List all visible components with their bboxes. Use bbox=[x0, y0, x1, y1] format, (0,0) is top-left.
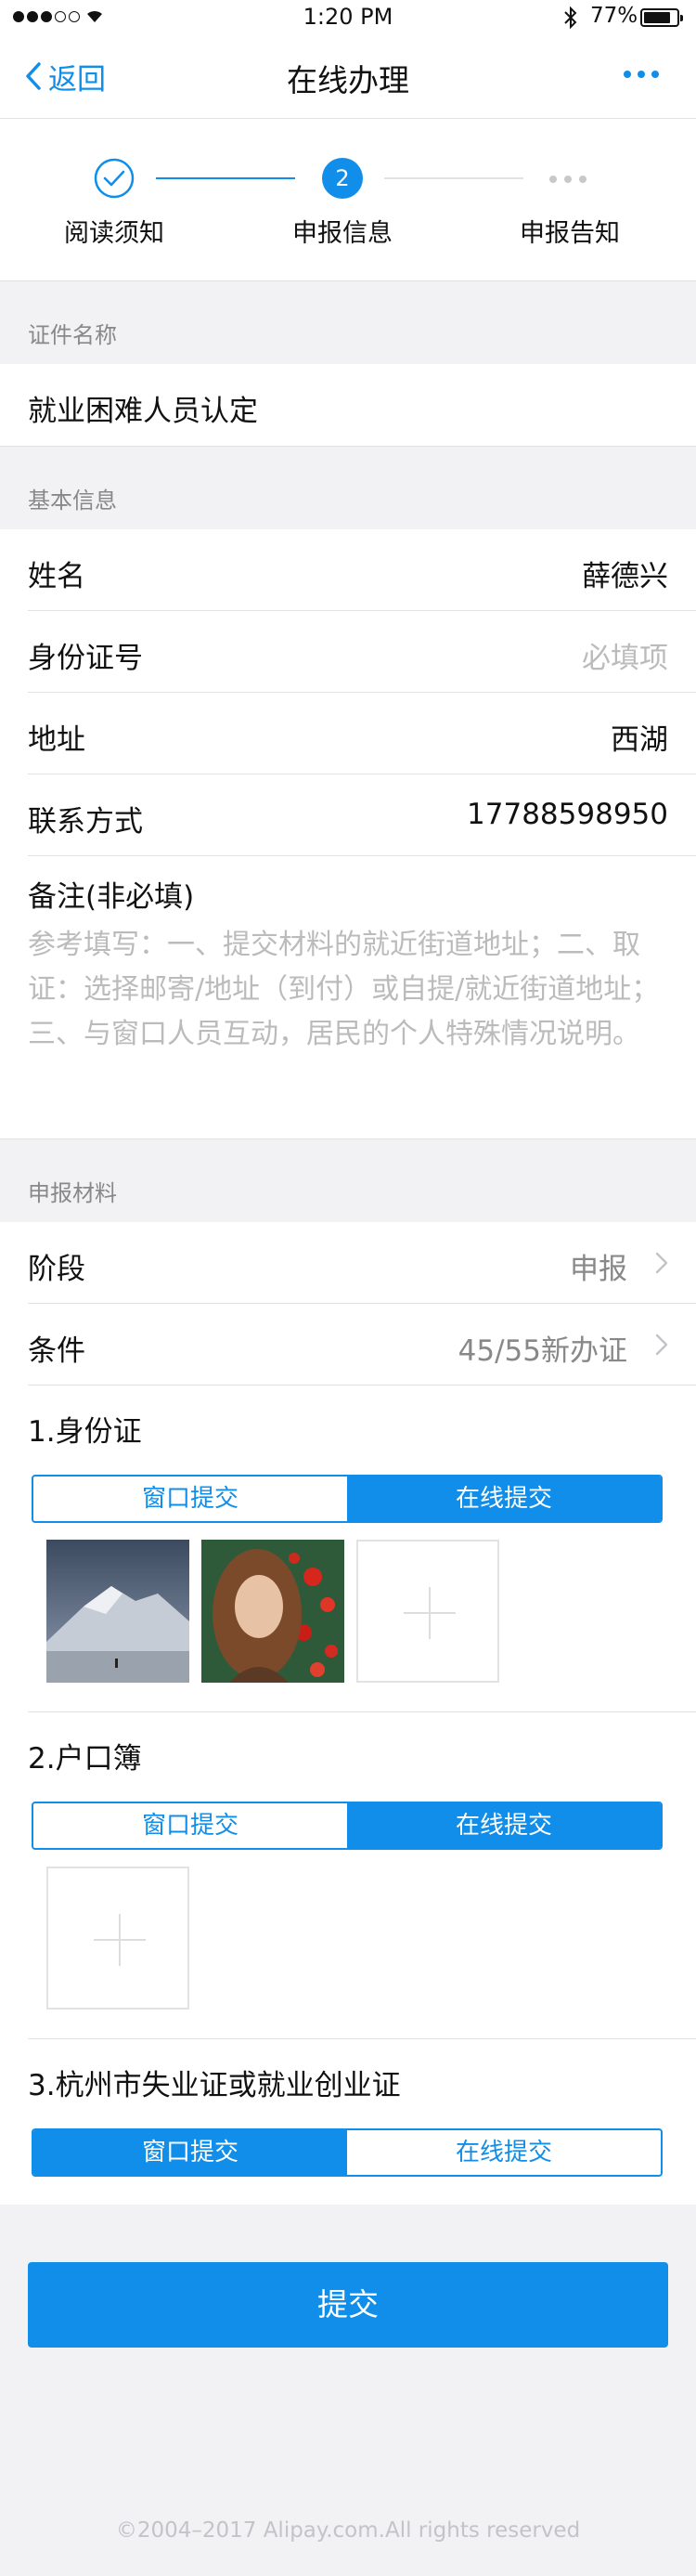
remark-textarea[interactable]: 参考填写：一、提交材料的就近街道地址；二、取证：选择邮寄/地址（到付）或自提/就… bbox=[28, 923, 668, 1057]
contact-row[interactable]: 联系方式 17788598950 bbox=[0, 774, 696, 856]
material-title-household-register: 2.户口簿 bbox=[28, 1742, 142, 1776]
item-divider bbox=[28, 1711, 696, 1712]
online-submit-option[interactable]: 在线提交 bbox=[347, 1477, 661, 1521]
step-label-1: 阅读须知 bbox=[64, 219, 164, 248]
footer-copyright: ©2004–2017 Alipay.com.All rights reserve… bbox=[115, 2518, 581, 2543]
window-submit-option[interactable]: 窗口提交 bbox=[33, 1803, 347, 1848]
more-dots-icon[interactable] bbox=[624, 71, 659, 78]
online-submit-option[interactable]: 在线提交 bbox=[347, 2130, 661, 2175]
stage-row[interactable]: 阶段 申报 bbox=[0, 1222, 696, 1304]
submit-button[interactable]: 提交 bbox=[28, 2262, 668, 2348]
step-pending-icon bbox=[549, 176, 586, 183]
step-connector-pending bbox=[384, 177, 523, 179]
step-label-2: 申报信息 bbox=[292, 219, 393, 248]
condition-label: 条件 bbox=[28, 1334, 85, 1368]
navigation-bar: 返回 在线办理 bbox=[0, 37, 696, 119]
id-number-input[interactable]: 必填项 bbox=[582, 634, 668, 676]
progress-steps: 2 阅读须知 申报信息 申报告知 bbox=[0, 119, 696, 280]
online-submit-option[interactable]: 在线提交 bbox=[347, 1803, 661, 1848]
step-connector-done bbox=[156, 177, 295, 179]
window-submit-option[interactable]: 窗口提交 bbox=[33, 1477, 347, 1521]
address-row[interactable]: 地址 西湖 bbox=[0, 693, 696, 774]
name-row[interactable]: 姓名 薛德兴 bbox=[0, 529, 696, 611]
section-header-materials: 申报材料 bbox=[0, 1138, 696, 1222]
condition-row[interactable]: 条件 45/55新办证 bbox=[0, 1304, 696, 1386]
material-title-employment-cert: 3.杭州市失业证或就业创业证 bbox=[28, 2069, 401, 2102]
add-photo-button[interactable] bbox=[46, 1867, 189, 2010]
id-number-row[interactable]: 身份证号 必填项 bbox=[0, 611, 696, 693]
address-value: 西湖 bbox=[611, 723, 668, 757]
window-submit-option[interactable]: 窗口提交 bbox=[33, 2130, 347, 2175]
contact-label: 联系方式 bbox=[28, 805, 143, 839]
submit-mode-toggle-employment: 窗口提交 在线提交 bbox=[32, 2128, 663, 2177]
chevron-right-icon bbox=[655, 1252, 668, 1274]
step-current-number: 2 bbox=[322, 158, 363, 199]
cert-name-row: 就业困难人员认定 bbox=[0, 364, 696, 446]
submit-mode-toggle-household: 窗口提交 在线提交 bbox=[32, 1802, 663, 1850]
battery-percent: 77% bbox=[590, 4, 638, 28]
contact-value: 17788598950 bbox=[467, 798, 668, 831]
section-header-basic: 基本信息 bbox=[0, 446, 696, 529]
id-number-label: 身份证号 bbox=[28, 642, 143, 675]
submit-mode-toggle-id-card: 窗口提交 在线提交 bbox=[32, 1475, 663, 1523]
battery-icon bbox=[640, 8, 683, 27]
back-label: 返回 bbox=[48, 62, 106, 97]
bluetooth-icon bbox=[564, 6, 577, 30]
section-title: 基本信息 bbox=[28, 488, 117, 514]
material-title-id-card: 1.身份证 bbox=[28, 1415, 142, 1449]
add-photo-button[interactable] bbox=[356, 1540, 499, 1683]
item-divider bbox=[28, 2038, 696, 2039]
cert-name-value: 就业困难人员认定 bbox=[28, 395, 258, 428]
step-done-icon bbox=[94, 158, 135, 199]
step-label-3: 申报告知 bbox=[520, 219, 620, 248]
section-title: 申报材料 bbox=[28, 1180, 117, 1206]
uploaded-photo-mountain[interactable] bbox=[46, 1540, 189, 1683]
name-label: 姓名 bbox=[28, 560, 85, 593]
section-title: 证件名称 bbox=[28, 322, 117, 348]
remark-label: 备注(非必填) bbox=[28, 880, 195, 914]
chevron-left-icon bbox=[26, 62, 41, 90]
stage-label: 阶段 bbox=[28, 1253, 85, 1286]
address-label: 地址 bbox=[28, 723, 85, 757]
condition-value: 45/55新办证 bbox=[458, 1334, 627, 1368]
chevron-right-icon bbox=[655, 1334, 668, 1356]
name-value: 薛德兴 bbox=[582, 560, 668, 593]
back-button[interactable]: 返回 bbox=[24, 56, 106, 97]
stage-value: 申报 bbox=[570, 1253, 627, 1286]
section-header-cert: 证件名称 bbox=[0, 280, 696, 364]
status-bar: 1:20 PM 77% bbox=[0, 0, 696, 37]
uploaded-photo-portrait[interactable] bbox=[201, 1540, 344, 1683]
